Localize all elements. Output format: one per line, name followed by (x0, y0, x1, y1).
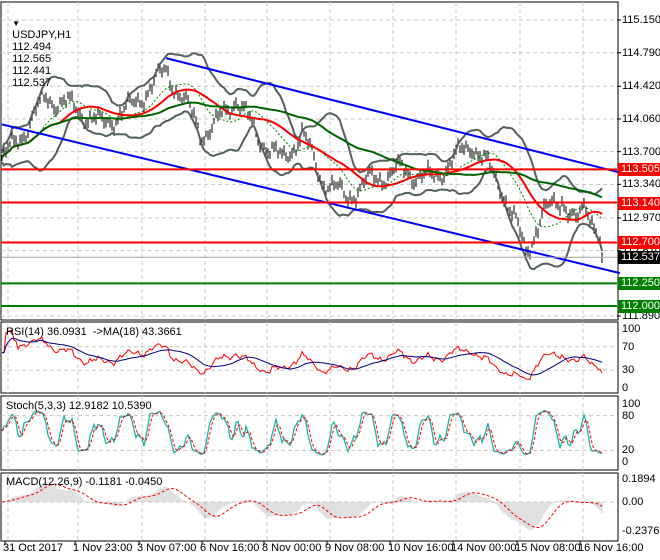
level-price-tag: 113.140 (618, 196, 660, 210)
dropdown-triangle-icon[interactable]: ▼ (12, 19, 20, 28)
symbol-label: USDJPY,H1 (12, 29, 72, 41)
x-axis-label: 15 Nov 08:00 (515, 542, 581, 554)
rsi-ma-line (2, 337, 603, 376)
stoch-axis-label: 100 (622, 398, 641, 410)
rsi-title: RSI(14) 36.0931 ->MA(18) 43.3661 (6, 326, 182, 338)
macd-axis-label: -0.2376 (622, 524, 660, 537)
low-value: 112.441 (12, 65, 52, 77)
macd-axis-label: 0.00 (622, 496, 644, 508)
open-value: 112.494 (12, 41, 52, 53)
x-axis-label: 1 Nov 23:00 (73, 542, 133, 554)
stoch-axis-label: 20 (622, 444, 635, 457)
price-axis-label: 114.420 (622, 80, 660, 93)
level-price-tag: 112.000 (618, 300, 660, 314)
x-axis-label: 3 Nov 07:00 (137, 542, 197, 554)
x-axis-label: 10 Nov 16:00 (388, 542, 454, 554)
stoch-main-line (1, 409, 603, 456)
x-axis-label: 14 Nov 00:00 (451, 542, 517, 554)
rsi-axis-label: 100 (622, 323, 641, 335)
bollinger-lower-line (1, 110, 603, 271)
x-axis-label: 9 Nov 08:00 (325, 542, 385, 554)
bollinger-middle-line (1, 83, 603, 228)
stoch-title: Stoch(5,3,3) 12.9182 10.5390 (6, 400, 152, 412)
price-axis-label: 114.790 (622, 46, 660, 59)
rsi-axis-label: 0 (622, 382, 629, 394)
x-axis-label: 16 Nov 16:00 (578, 542, 644, 554)
price-axis-label: 113.340 (622, 178, 660, 191)
price-axis-label: 113.700 (622, 145, 660, 158)
x-axis-label: 8 Nov 00:00 (262, 542, 322, 554)
stoch-axis-label: 80 (622, 409, 635, 422)
level-price-tag: 112.250 (618, 277, 660, 291)
price-axis-label: 112.970 (622, 211, 660, 224)
macd-title: MACD(12,26,9) -0.1181 -0.0450 (6, 476, 163, 488)
price-axis-label: 114.060 (622, 112, 660, 125)
x-axis-label: 6 Nov 16:00 (200, 542, 260, 554)
current-price-tag: 112.537 (618, 251, 660, 265)
stoch-signal-line (1, 410, 603, 455)
price-axis-label: 115.150 (622, 14, 660, 26)
rsi-axis-label: 30 (622, 364, 635, 377)
high-value: 112.565 (12, 53, 52, 65)
x-axis-label: 31 Oct 2017 (3, 542, 63, 554)
close-value: 112.537 (12, 77, 52, 89)
panel-frame-0 (0, 1, 619, 321)
level-price-tag: 112.700 (618, 236, 660, 250)
stoch-axis-label: 0 (622, 456, 629, 468)
symbol-header: ▼ USDJPY,H1 112.494 112.565 112.441 112.… (6, 5, 71, 89)
rsi-axis-label: 70 (622, 340, 635, 353)
macd-axis-label: 0.1894 (622, 473, 656, 486)
level-price-tag: 113.505 (618, 163, 660, 177)
